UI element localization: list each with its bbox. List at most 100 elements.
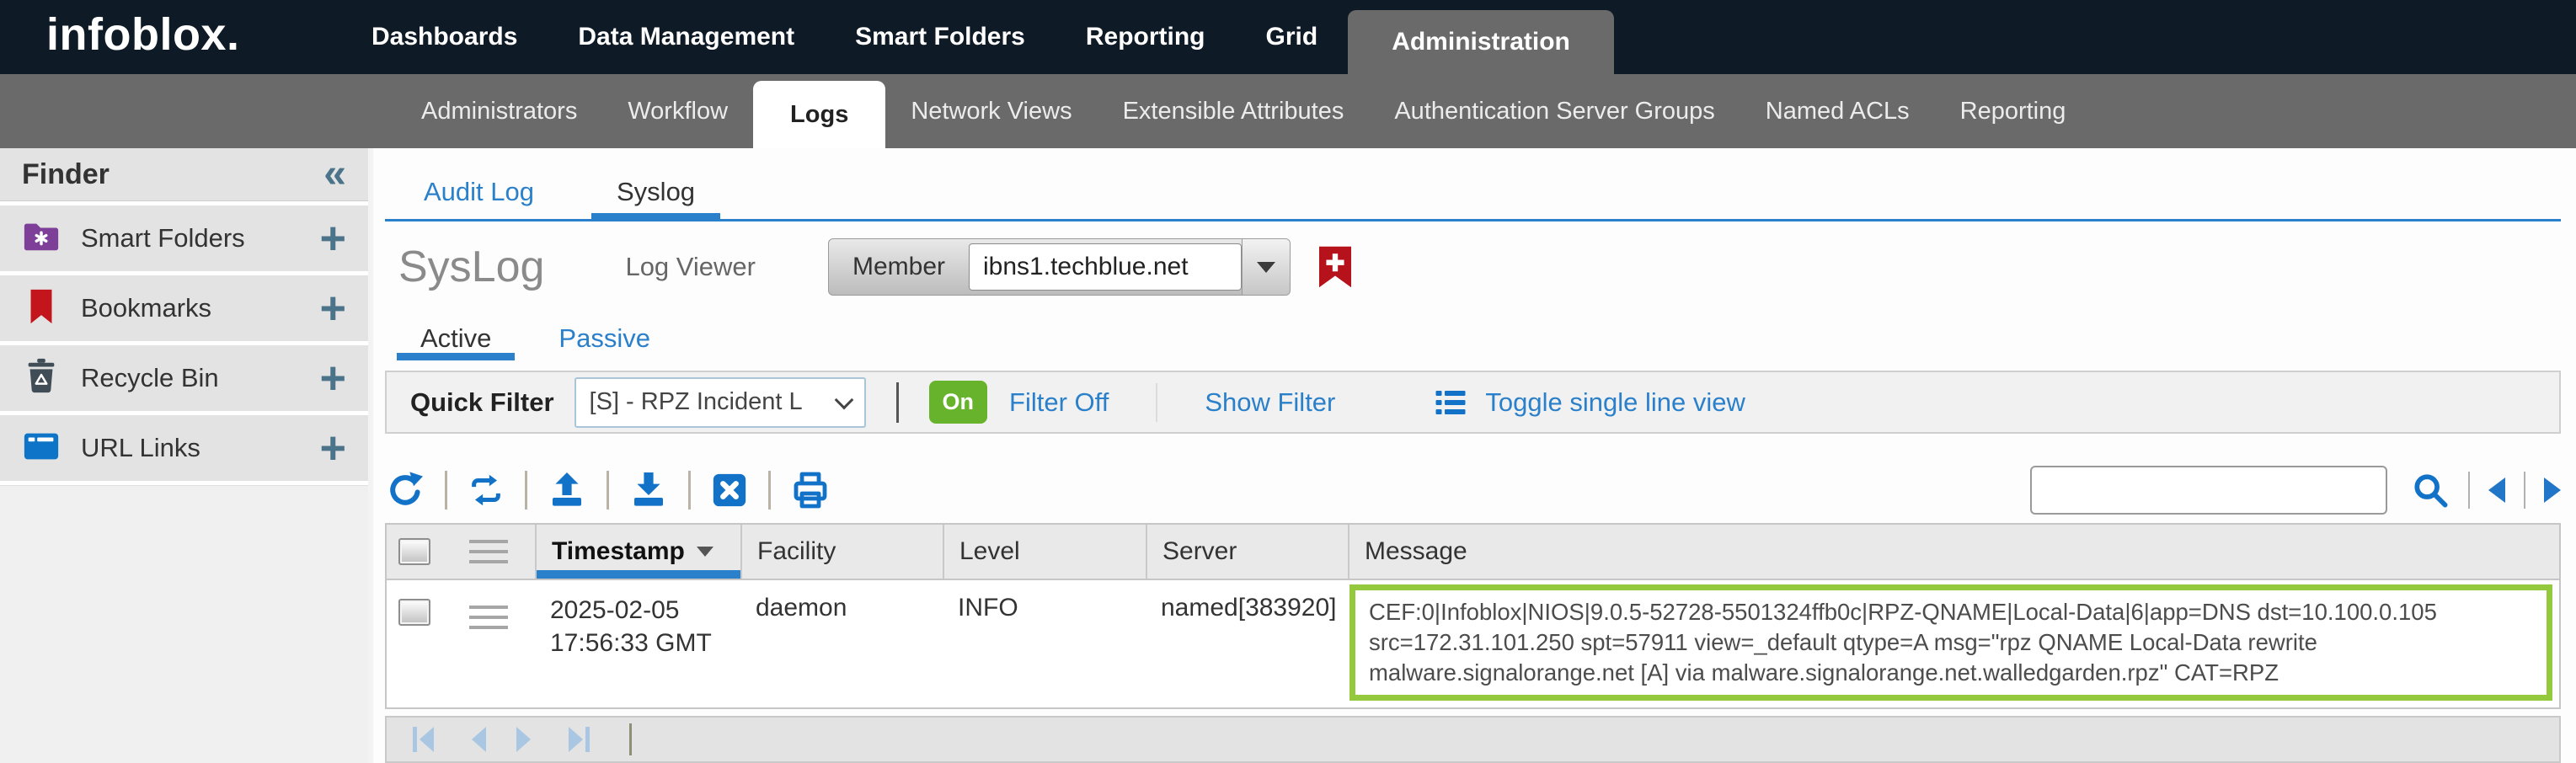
syslog-header: SysLog Log Viewer Member (385, 237, 2561, 298)
tab-passive[interactable]: Passive (558, 323, 650, 360)
sub-nav-named-acls[interactable]: Named ACLs (1740, 74, 1935, 148)
top-nav-grid[interactable]: Grid (1236, 0, 1349, 74)
sidebar-item-recycle-bin[interactable]: Recycle Bin + (0, 345, 368, 411)
sub-nav-bar: Administrators Workflow Logs Network Vie… (0, 74, 2576, 148)
export-csv-icon (710, 471, 749, 510)
sub-nav-network-views[interactable]: Network Views (885, 74, 1097, 148)
replay-icon (467, 471, 505, 510)
tab-syslog[interactable]: Syslog (613, 170, 698, 219)
top-nav-dashboards[interactable]: Dashboards (341, 0, 548, 74)
sub-nav-logs[interactable]: Logs (753, 81, 885, 148)
select-all-checkbox[interactable] (398, 538, 430, 565)
quick-filter-label: Quick Filter (410, 387, 554, 418)
top-nav-administration[interactable]: Administration (1348, 10, 1614, 74)
previous-page-button[interactable] (466, 724, 489, 755)
sub-nav-reporting[interactable]: Reporting (1935, 74, 2092, 148)
highlighted-message: CEF:0|Infoblox|NIOS|9.0.5-52728-5501324f… (1349, 584, 2552, 701)
download-icon (628, 470, 669, 510)
sidebar-item-smart-folders[interactable]: Smart Folders + (0, 205, 368, 271)
download-button[interactable] (628, 470, 669, 510)
tab-active[interactable]: Active (420, 323, 491, 360)
print-button[interactable] (790, 470, 831, 510)
sidebar-empty-area (0, 485, 368, 763)
sub-nav-extensible-attributes[interactable]: Extensible Attributes (1098, 74, 1370, 148)
quick-filter-select[interactable]: [S] - RPZ Incident L (575, 377, 866, 428)
column-menu-icon[interactable] (469, 533, 508, 570)
sidebar-item-url-links[interactable]: URL Links + (0, 415, 368, 481)
page-title: SysLog (398, 242, 544, 292)
column-header-timestamp[interactable]: Timestamp (535, 525, 740, 579)
refresh-icon (385, 470, 425, 510)
page-cursor (629, 723, 632, 755)
list-view-icon (1433, 385, 1468, 420)
print-icon (790, 470, 831, 510)
column-header-server[interactable]: Server (1146, 525, 1348, 579)
filter-off-link[interactable]: Filter Off (1009, 387, 1109, 418)
finder-header: Finder « (0, 148, 368, 201)
sidebar-item-label: Bookmarks (81, 293, 319, 323)
sort-descending-icon (697, 547, 713, 557)
top-nav-data-management[interactable]: Data Management (548, 0, 825, 74)
show-filter-link[interactable]: Show Filter (1205, 387, 1335, 418)
top-nav-reporting[interactable]: Reporting (1056, 0, 1236, 74)
sidebar-item-label: URL Links (81, 433, 319, 463)
next-page-button[interactable] (513, 724, 537, 755)
sidebar-item-bookmarks[interactable]: Bookmarks + (0, 275, 368, 341)
row-checkbox[interactable] (398, 599, 430, 626)
member-dropdown-button[interactable] (1242, 239, 1290, 295)
infoblox-logo[interactable]: infoblox. (46, 8, 341, 61)
sub-nav-workflow[interactable]: Workflow (602, 74, 753, 148)
column-header-level[interactable]: Level (943, 525, 1146, 579)
bookmarks-icon (22, 287, 61, 330)
tab-audit-log[interactable]: Audit Log (420, 170, 537, 219)
column-header-facility[interactable]: Facility (740, 525, 943, 579)
add-url-link-icon[interactable]: + (319, 431, 346, 465)
upload-button[interactable] (547, 470, 587, 510)
divider (688, 471, 691, 510)
mode-tabs: Active Passive (385, 298, 2561, 360)
member-selector: Member (828, 238, 1291, 296)
search-input[interactable] (2030, 466, 2387, 515)
top-nav-items: Dashboards Data Management Smart Folders… (341, 0, 1614, 74)
add-smart-folder-icon[interactable]: + (319, 221, 346, 255)
replay-button[interactable] (467, 471, 505, 510)
sub-nav-administrators[interactable]: Administrators (396, 74, 602, 148)
search-button[interactable] (2411, 471, 2450, 510)
pagination-bar (385, 716, 2561, 763)
collapse-sidebar-icon[interactable]: « (323, 157, 346, 191)
member-input[interactable] (969, 243, 1242, 291)
syslog-table: Timestamp Facility Level Server Message … (385, 523, 2561, 709)
table-search (2030, 466, 2561, 515)
export-csv-button[interactable] (710, 471, 749, 510)
finder-sidebar: Finder « Smart Folders + Bookmarks + (0, 148, 368, 763)
table-header-row: Timestamp Facility Level Server Message (387, 525, 2559, 579)
toggle-single-line-wrap[interactable]: Toggle single line view (1433, 385, 1745, 420)
divider (445, 471, 447, 510)
finder-title: Finder (22, 158, 110, 191)
quick-filter-bar: Quick Filter [S] - RPZ Incident L On Fil… (385, 371, 2561, 434)
cell-facility: daemon (740, 580, 943, 707)
previous-result-button[interactable] (2488, 478, 2505, 503)
add-bookmark-icon[interactable]: + (319, 291, 346, 325)
url-links-icon (22, 427, 61, 470)
divider (1156, 383, 1157, 422)
select-all-cell (387, 525, 442, 579)
member-label: Member (829, 239, 969, 295)
filter-on-toggle[interactable]: On (929, 381, 988, 424)
table-row[interactable]: 2025-02-05 17:56:33 GMT daemon INFO name… (387, 579, 2559, 707)
quick-filter-value: [S] - RPZ Incident L (590, 388, 803, 416)
header-menu-cell (442, 525, 535, 579)
add-recycle-bin-icon[interactable]: + (319, 361, 346, 395)
sub-nav-auth-server-groups[interactable]: Authentication Server Groups (1369, 74, 1740, 148)
main-content: Audit Log Syslog SysLog Log Viewer Membe… (373, 148, 2576, 763)
column-header-message[interactable]: Message (1348, 525, 2559, 579)
first-page-button[interactable] (409, 724, 442, 755)
top-nav-smart-folders[interactable]: Smart Folders (825, 0, 1056, 74)
divider (525, 471, 527, 510)
last-page-button[interactable] (560, 724, 594, 755)
divider (607, 471, 609, 510)
next-result-button[interactable] (2544, 478, 2561, 503)
refresh-button[interactable] (385, 470, 425, 510)
add-bookmark-button[interactable] (1319, 246, 1351, 288)
row-menu-icon[interactable] (469, 599, 508, 636)
